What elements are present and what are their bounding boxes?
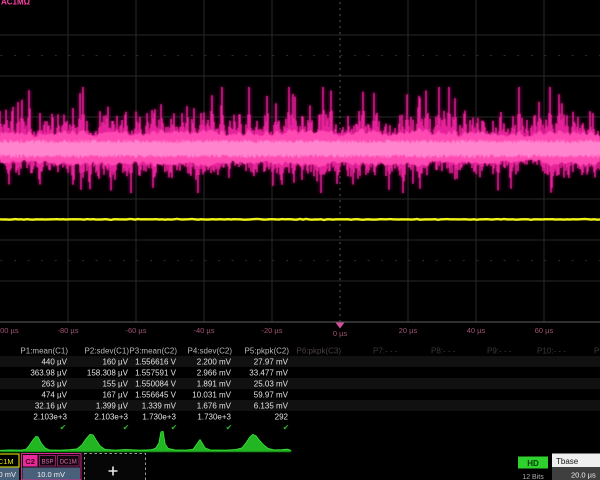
svg-text:✔: ✔ xyxy=(171,423,178,432)
svg-text:DC1M: DC1M xyxy=(60,460,77,466)
svg-text:60 µs: 60 µs xyxy=(535,326,554,335)
svg-text:1.676 mV: 1.676 mV xyxy=(197,402,232,411)
svg-text:✔: ✔ xyxy=(60,423,67,432)
svg-text:-80 µs: -80 µs xyxy=(58,326,79,335)
svg-text:6.135 mV: 6.135 mV xyxy=(254,402,289,411)
svg-text:BSP: BSP xyxy=(41,460,53,466)
svg-text:440 µV: 440 µV xyxy=(41,358,67,367)
svg-text:2.200 mV: 2.200 mV xyxy=(197,358,232,367)
svg-text:2.103e+3: 2.103e+3 xyxy=(94,413,128,422)
svg-text:HD: HD xyxy=(527,459,539,468)
svg-text:10.0 mV: 10.0 mV xyxy=(0,470,16,479)
svg-text:✔: ✔ xyxy=(123,423,130,432)
svg-text:155 µV: 155 µV xyxy=(102,380,128,389)
svg-text:1.339 mV: 1.339 mV xyxy=(142,402,177,411)
svg-text:-40 µs: -40 µs xyxy=(194,326,215,335)
svg-text:P4:sdev(C2): P4:sdev(C2) xyxy=(188,347,233,356)
svg-text:1.556616 V: 1.556616 V xyxy=(135,358,177,367)
svg-text:1.550084 V: 1.550084 V xyxy=(135,380,177,389)
svg-text:P6:pkpk(C3): P6:pkpk(C3) xyxy=(297,347,342,356)
svg-text:160 µV: 160 µV xyxy=(102,358,128,367)
svg-text:167 µV: 167 µV xyxy=(102,391,128,400)
svg-text:1.399 µV: 1.399 µV xyxy=(96,402,129,411)
svg-text:363.98 µV: 363.98 µV xyxy=(30,369,67,378)
svg-text:✔: ✔ xyxy=(226,423,233,432)
svg-text:P8:- - -: P8:- - - xyxy=(431,347,456,356)
svg-text:2.966 mV: 2.966 mV xyxy=(197,369,232,378)
svg-text:1.557591 V: 1.557591 V xyxy=(135,369,177,378)
svg-text:DC1M: DC1M xyxy=(0,457,14,466)
svg-text:1.730e+3: 1.730e+3 xyxy=(197,413,231,422)
svg-text:-20 µs: -20 µs xyxy=(262,326,283,335)
svg-text:40 µs: 40 µs xyxy=(467,326,486,335)
svg-text:Tbase: Tbase xyxy=(556,457,579,466)
svg-text:27.97 mV: 27.97 mV xyxy=(254,358,289,367)
svg-text:P10:- - -: P10:- - - xyxy=(537,347,566,356)
svg-text:-60 µs: -60 µs xyxy=(126,326,147,335)
svg-text:32.16 µV: 32.16 µV xyxy=(35,402,68,411)
svg-text:2.103e+3: 2.103e+3 xyxy=(33,413,67,422)
svg-text:P5:pkpk(C2): P5:pkpk(C2) xyxy=(245,347,290,356)
svg-text:P9:- - -: P9:- - - xyxy=(487,347,512,356)
svg-text:10.031 mV: 10.031 mV xyxy=(192,391,231,400)
svg-text:292: 292 xyxy=(275,413,289,422)
svg-text:P1: P1 xyxy=(594,347,600,356)
svg-text:158.308 µV: 158.308 µV xyxy=(87,369,129,378)
svg-text:474 µV: 474 µV xyxy=(41,391,67,400)
svg-text:20.0 µs: 20.0 µs xyxy=(571,471,596,480)
svg-text:P2:sdev(C1): P2:sdev(C1) xyxy=(85,347,130,356)
svg-text:1.891 mV: 1.891 mV xyxy=(197,380,232,389)
svg-text:✔: ✔ xyxy=(283,423,290,432)
svg-text:20 µs: 20 µs xyxy=(399,326,418,335)
svg-text:25.03 mV: 25.03 mV xyxy=(254,380,289,389)
svg-text:59.97 mV: 59.97 mV xyxy=(254,391,289,400)
svg-text:P7:- - -: P7:- - - xyxy=(373,347,398,356)
svg-text:P1:mean(C1): P1:mean(C1) xyxy=(20,347,68,356)
svg-text:1.730e+3: 1.730e+3 xyxy=(142,413,176,422)
svg-text:P3:mean(C2): P3:mean(C2) xyxy=(129,347,177,356)
svg-text:AC1MΩ: AC1MΩ xyxy=(1,0,31,7)
svg-text:1.556645 V: 1.556645 V xyxy=(135,391,177,400)
svg-text:263 µV: 263 µV xyxy=(41,380,67,389)
svg-text:33.477 mV: 33.477 mV xyxy=(249,369,288,378)
svg-text:-100 µs: -100 µs xyxy=(0,326,19,335)
svg-text:C2: C2 xyxy=(25,457,35,466)
svg-text:10.0 mV: 10.0 mV xyxy=(37,470,65,479)
svg-text:12 Bits: 12 Bits xyxy=(522,474,544,480)
svg-text:0 µs: 0 µs xyxy=(333,329,348,338)
